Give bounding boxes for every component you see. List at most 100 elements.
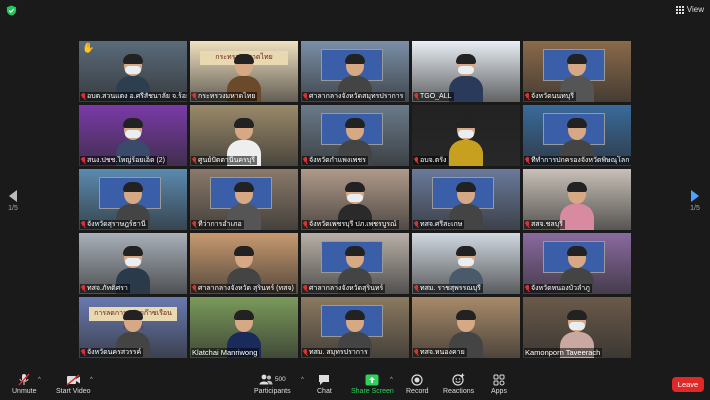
participant-video-tile[interactable]: ทสม. สมุทรปราการ [301,297,409,358]
participant-name: ทสม. ราชสุพรรณบุรี [420,285,481,292]
participants-button[interactable]: 500 Participants [254,373,291,395]
participant-name: จังหวัดนครสวรรค์ [87,349,142,356]
start-video-label: Start Video [56,388,91,395]
view-button[interactable]: View [675,5,704,14]
participant-video-tile[interactable]: Kamonporn Taveerach [523,297,631,358]
participant-video-tile[interactable]: ทสจ.ศรีสะเกษ [412,169,520,230]
participant-video-tile[interactable]: ✋ อบต.สวนแตง อ.ศรีสัชนาลัย จ.ร้อยเอ็ด [79,41,187,102]
muted-microphone-icon [414,349,419,356]
start-video-button[interactable]: Start Video [56,373,91,395]
unmute-button[interactable]: Unmute [12,373,37,395]
participant-name: กระทรวงมหาดไทย [198,93,256,100]
muted-microphone-icon [192,285,197,292]
participant-video-tile[interactable]: จังหวัดกำแพงเพชร [301,105,409,166]
participant-name: จังหวัดกำแพงเพชร [309,157,366,164]
participant-video-tile[interactable]: อบจ.ตรัง [412,105,520,166]
chat-label: Chat [317,388,332,395]
participant-name: ทสจ.หนองคาย [420,349,465,356]
muted-microphone-icon [303,349,308,356]
participant-name-label: จังหวัดนนทบุรี [524,92,576,101]
participant-video-tile[interactable]: สนง.ปชช.ใหญ่ร้อยเอ็ด (2) [79,105,187,166]
participant-name-label: อบจ.ตรัง [413,156,449,165]
video-options-caret[interactable]: ^ [90,377,93,383]
participant-video-tile[interactable]: ศาลากลางจังหวัด สุรินทร์ (ทสจ) [190,233,298,294]
participant-video-tile[interactable]: ศาลากลางจังหวัดสมุทรปราการ [301,41,409,102]
participant-video-tile[interactable]: ที่ทำการปกครองจังหวัดพิษณุโลก [523,105,631,166]
shield-icon[interactable] [6,5,17,16]
participant-video-tile[interactable]: จังหวัดหนองบัวลำภู [523,233,631,294]
apps-button[interactable]: Apps [491,373,507,395]
participant-name: อบต.สวนแตง อ.ศรีสัชนาลัย จ.ร้อยเอ็ด [87,93,187,100]
participant-name-label: ศูนย์ปัตตานีนครบุรี [191,156,258,165]
participant-name-label: TGO_ALL [413,92,454,101]
emoji-icon [452,373,465,386]
grid-view-icon [675,5,684,14]
participant-name: สสจ.ชลบุรี [531,221,563,228]
participant-video-tile[interactable]: ที่ว่าการอำเภอ [190,169,298,230]
participant-name: TGO_ALL [420,93,452,100]
participant-video-tile[interactable]: ทสจ.หนองคาย [412,297,520,358]
participant-name: Kamonporn Taveerach [525,348,601,357]
participant-video-tile[interactable]: ทสจ.ภัทติศรา [79,233,187,294]
participant-video-tile[interactable]: จังหวัดเพชรบุรี ปภ.เพชรบูรณ์ [301,169,409,230]
participant-name: ทสจ.ศรีสะเกษ [420,221,463,228]
muted-microphone-icon [414,285,419,292]
participant-name: ทสจ.ภัทติศรา [87,285,128,292]
participant-video-tile[interactable]: สสจ.ชลบุรี [523,169,631,230]
participant-figure [449,118,483,166]
share-options-caret[interactable]: ^ [390,377,393,383]
participant-video-tile[interactable]: จังหวัดสุราษฎร์ธานี [79,169,187,230]
participant-name: จังหวัดสุราษฎร์ธานี [87,221,146,228]
participant-name-label: ทสจ.ศรีสะเกษ [413,220,465,229]
participant-name-label: Kamonporn Taveerach [524,348,603,357]
previous-page-button[interactable]: 1/5 [5,190,21,212]
participants-count: 500 [274,376,286,383]
participant-video-tile[interactable]: การลดการปล่อยก๊าซเรือนกระจกจังหวัดนครสวร… [79,297,187,358]
participant-video-tile[interactable]: ศาลากลางจังหวัดสุรินทร์ [301,233,409,294]
participant-figure [449,54,483,102]
video-off-icon [66,373,80,386]
participant-video-tile[interactable]: จังหวัดนนทบุรี [523,41,631,102]
reactions-button[interactable]: Reactions [443,373,474,395]
next-page-button[interactable]: 1/5 [687,190,703,212]
participant-name-label: ที่ว่าการอำเภอ [191,220,244,229]
reactions-label: Reactions [443,388,475,395]
participant-name-label: จังหวัดสุราษฎร์ธานี [80,220,148,229]
participant-video-tile[interactable]: Klatchai Manriwong [190,297,298,358]
participant-video-tile[interactable]: กระทรวงมหาดไทยกระทรวงมหาดไทย [190,41,298,102]
participant-video-tile[interactable]: ทสม. ราชสุพรรณบุรี [412,233,520,294]
record-icon [411,373,423,386]
participant-video-tile[interactable]: TGO_ALL [412,41,520,102]
participant-name: ศาลากลางจังหวัด สุรินทร์ (ทสจ) [198,285,294,292]
record-button[interactable]: Record [406,373,429,395]
chat-icon [319,374,330,385]
meeting-toolbar: Unmute ^ Start Video ^ 500 Participants … [0,369,710,400]
participant-video-tile[interactable]: ศูนย์ปัตตานีนครบุรี [190,105,298,166]
apps-label: Apps [491,388,507,395]
muted-microphone-icon [81,221,86,228]
participant-name-label: กระทรวงมหาดไทย [191,92,258,101]
participants-icon [259,374,273,385]
chevron-right-icon [691,190,699,202]
page-indicator-left: 1/5 [8,205,18,212]
page-indicator-right: 1/5 [690,205,700,212]
participant-name: จังหวัดหนองบัวลำภู [531,285,590,292]
participant-name-label: สนง.ปชช.ใหญ่ร้อยเอ็ด (2) [80,156,168,165]
chat-button[interactable]: Chat [317,373,332,395]
muted-microphone-icon [81,93,86,100]
participant-name-label: ทสจ.ภัทติศรา [80,284,130,293]
muted-microphone-icon [81,285,86,292]
muted-microphone-icon [303,93,308,100]
audio-options-caret[interactable]: ^ [38,377,41,383]
participant-figure [560,182,594,230]
view-label: View [686,5,704,14]
participants-options-caret[interactable]: ^ [301,377,304,383]
share-screen-label: Share Screen [351,388,394,395]
muted-microphone-icon [414,157,419,164]
leave-button[interactable]: Leave [672,377,704,392]
share-screen-button[interactable]: Share Screen [351,373,394,395]
chevron-left-icon [9,190,17,202]
muted-microphone-icon [525,93,530,100]
muted-microphone-icon [525,221,530,228]
participant-name: Klatchai Manriwong [192,348,258,357]
